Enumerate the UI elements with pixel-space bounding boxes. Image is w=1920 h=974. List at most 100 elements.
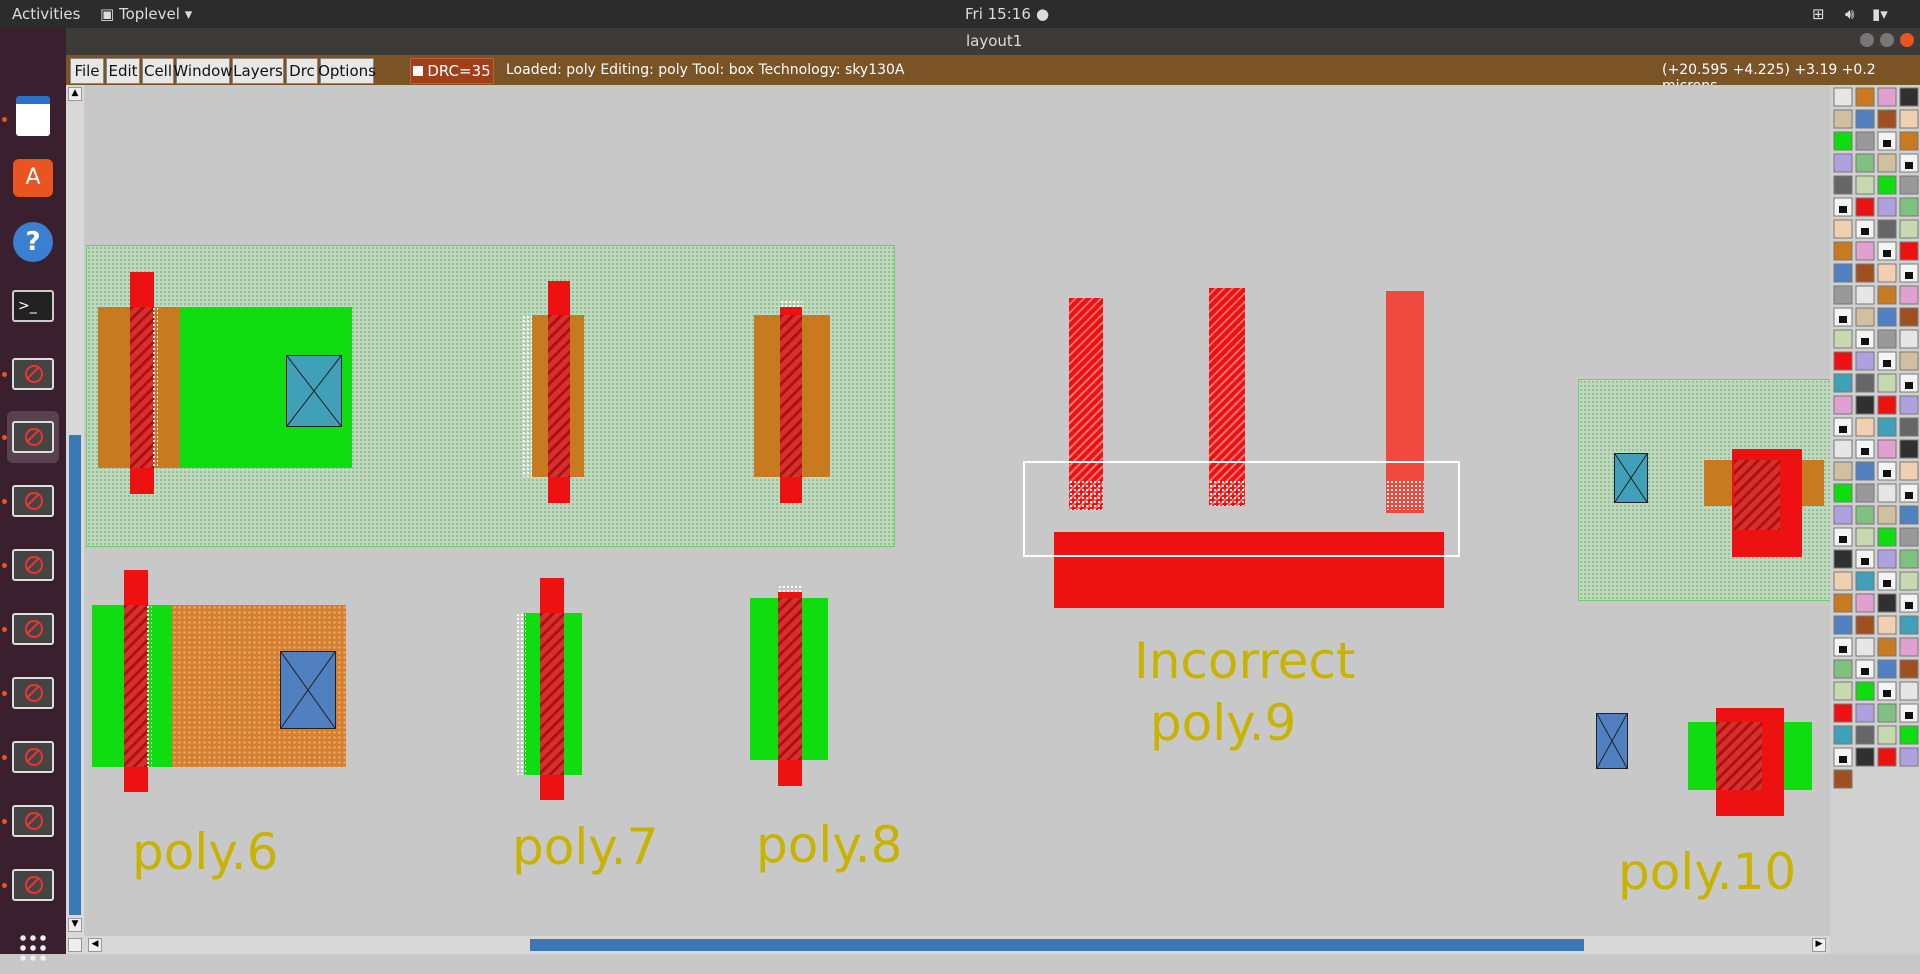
layer-swatch[interactable] <box>1899 505 1919 525</box>
layer-swatch[interactable] <box>1877 725 1897 745</box>
layer-swatch[interactable] <box>1833 351 1853 371</box>
layer-swatch[interactable] <box>1833 615 1853 635</box>
scroll-down-icon[interactable]: ▼ <box>68 918 82 932</box>
layer-swatch[interactable] <box>1833 659 1853 679</box>
layer-swatch[interactable] <box>1833 769 1853 789</box>
layer-swatch[interactable] <box>1833 131 1853 151</box>
layer-swatch[interactable] <box>1877 285 1897 305</box>
dock-writer[interactable] <box>7 90 59 142</box>
dock-terminal[interactable]: >_ <box>7 280 59 332</box>
layer-swatch[interactable] <box>1855 593 1875 613</box>
vertical-scroll-thumb[interactable] <box>69 435 81 915</box>
layer-swatch[interactable] <box>1833 175 1853 195</box>
layer-swatch[interactable] <box>1855 87 1875 107</box>
horizontal-scrollbar[interactable]: ◀ ▶ <box>66 936 1830 954</box>
layer-swatch[interactable] <box>1833 263 1853 283</box>
selection-box[interactable] <box>1023 461 1460 557</box>
layer-swatch[interactable] <box>1899 197 1919 217</box>
layer-swatch[interactable] <box>1855 747 1875 767</box>
menu-file[interactable]: File <box>70 58 104 84</box>
dock-app-9[interactable] <box>7 859 59 911</box>
layer-swatch[interactable] <box>1899 747 1919 767</box>
layer-swatch[interactable] <box>1855 307 1875 327</box>
layer-swatch[interactable] <box>1877 439 1897 459</box>
network-icon[interactable]: ⊞ <box>1812 5 1825 23</box>
dock-app-8[interactable] <box>7 795 59 847</box>
layer-swatch[interactable] <box>1899 87 1919 107</box>
dock-app-1[interactable] <box>7 348 59 400</box>
layer-swatch[interactable] <box>1877 637 1897 657</box>
menu-layers[interactable]: Layers <box>232 58 284 84</box>
layer-swatch[interactable] <box>1855 109 1875 129</box>
layer-swatch[interactable] <box>1877 593 1897 613</box>
layer-swatch[interactable] <box>1877 219 1897 239</box>
layer-swatch[interactable] <box>1833 681 1853 701</box>
layer-swatch[interactable] <box>1877 87 1897 107</box>
layer-swatch[interactable] <box>1899 219 1919 239</box>
dock-app-7[interactable] <box>7 731 59 783</box>
layer-swatch[interactable] <box>1833 483 1853 503</box>
layer-swatch[interactable] <box>1877 659 1897 679</box>
layer-swatch[interactable] <box>1833 87 1853 107</box>
layer-swatch[interactable] <box>1899 351 1919 371</box>
layer-swatch[interactable] <box>1899 659 1919 679</box>
layer-swatch[interactable] <box>1855 571 1875 591</box>
dock-app-4[interactable] <box>7 539 59 591</box>
dock-app-3[interactable] <box>7 475 59 527</box>
layer-swatch[interactable] <box>1877 615 1897 635</box>
layer-swatch[interactable] <box>1899 395 1919 415</box>
layer-swatch[interactable] <box>1855 615 1875 635</box>
drc-toggle[interactable]: DRC=35 <box>410 58 494 84</box>
volume-icon[interactable]: 🔊︎ <box>1845 5 1854 23</box>
layer-swatch[interactable] <box>1877 747 1897 767</box>
layer-swatch[interactable] <box>1899 615 1919 635</box>
layer-swatch[interactable] <box>1899 307 1919 327</box>
layer-swatch[interactable] <box>1855 681 1875 701</box>
layer-swatch[interactable] <box>1899 417 1919 437</box>
layer-swatch[interactable] <box>1855 483 1875 503</box>
horizontal-scroll-thumb[interactable] <box>530 939 1584 951</box>
clock[interactable]: Fri 15:16 <box>965 5 1031 23</box>
menu-cell[interactable]: Cell <box>142 58 174 84</box>
layer-swatch[interactable] <box>1833 725 1853 745</box>
layer-swatch[interactable] <box>1899 175 1919 195</box>
app-menu[interactable]: ▣ Toplevel ▾ <box>100 5 192 23</box>
layer-swatch[interactable] <box>1899 329 1919 349</box>
activities-button[interactable]: Activities <box>12 5 80 23</box>
layer-swatch[interactable] <box>1855 527 1875 547</box>
layer-swatch[interactable] <box>1899 285 1919 305</box>
menu-drc[interactable]: Drc <box>286 58 318 84</box>
minimize-icon[interactable] <box>1860 33 1874 47</box>
scroll-right-icon[interactable]: ▶ <box>1812 938 1826 952</box>
layer-swatch[interactable] <box>1833 593 1853 613</box>
close-icon[interactable] <box>1900 33 1914 47</box>
layer-swatch-grid[interactable] <box>1830 85 1920 954</box>
layer-swatch[interactable] <box>1877 329 1897 349</box>
layer-swatch[interactable] <box>1877 153 1897 173</box>
layer-swatch[interactable] <box>1833 461 1853 481</box>
layer-swatch[interactable] <box>1899 109 1919 129</box>
dock-help[interactable]: ? <box>7 216 59 268</box>
layer-swatch[interactable] <box>1855 461 1875 481</box>
layer-swatch[interactable] <box>1833 439 1853 459</box>
layer-swatch[interactable] <box>1899 549 1919 569</box>
layer-swatch[interactable] <box>1877 549 1897 569</box>
layer-swatch[interactable] <box>1855 175 1875 195</box>
layer-swatch[interactable] <box>1855 637 1875 657</box>
layer-swatch[interactable] <box>1833 241 1853 261</box>
layer-swatch[interactable] <box>1877 395 1897 415</box>
vertical-scrollbar[interactable]: ▲ ▼ <box>66 85 84 936</box>
layer-swatch[interactable] <box>1855 153 1875 173</box>
layer-swatch[interactable] <box>1877 307 1897 327</box>
layer-swatch[interactable] <box>1899 241 1919 261</box>
layer-swatch[interactable] <box>1833 109 1853 129</box>
layer-swatch[interactable] <box>1833 505 1853 525</box>
layer-swatch[interactable] <box>1855 351 1875 371</box>
layer-swatch[interactable] <box>1855 197 1875 217</box>
layer-swatch[interactable] <box>1855 725 1875 745</box>
layer-swatch[interactable] <box>1877 263 1897 283</box>
menu-edit[interactable]: Edit <box>106 58 140 84</box>
layer-swatch[interactable] <box>1833 219 1853 239</box>
layer-swatch[interactable] <box>1877 505 1897 525</box>
layer-swatch[interactable] <box>1855 373 1875 393</box>
